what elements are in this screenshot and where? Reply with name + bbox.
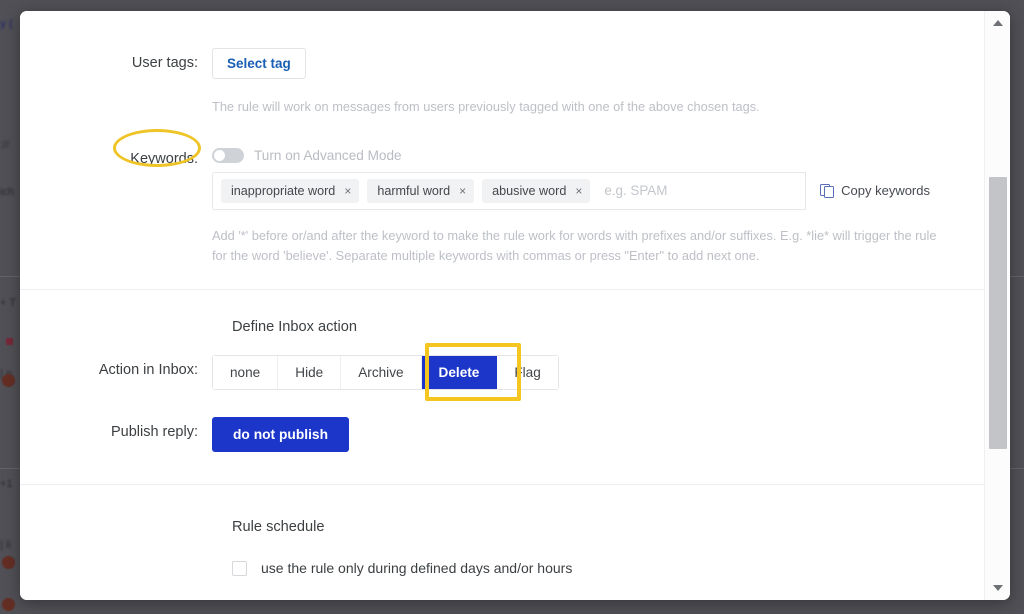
rule-schedule-checkbox-label: use the rule only during defined days an… — [261, 560, 573, 577]
keywords-row: Keywords: Turn on Advanced Mode inapprop… — [20, 144, 984, 267]
keyword-chip-remove-icon[interactable]: × — [459, 185, 466, 197]
delete-action-button[interactable]: Delete — [421, 356, 498, 390]
action-button-hide[interactable]: Hide — [278, 356, 342, 390]
keyword-chip: abusive word × — [482, 178, 591, 203]
copy-keywords-button[interactable]: Copy keywords — [805, 171, 944, 210]
define-inbox-action-heading: Define Inbox action — [232, 319, 357, 336]
section-rule-schedule: Rule schedule use the rule only during d… — [20, 485, 984, 600]
user-tags-field: Select tag The rule will work on message… — [212, 48, 984, 118]
keyword-chip-label: inappropriate word — [231, 183, 336, 198]
action-in-inbox-label: Action in Inbox: — [98, 362, 198, 379]
action-button-archive[interactable]: Archive — [341, 356, 422, 390]
copy-keywords-label: Copy keywords — [841, 183, 930, 199]
modal-scrollbar[interactable] — [984, 11, 1010, 600]
section-inbox-action: Define Inbox action Action in Inbox: non… — [20, 290, 984, 484]
rule-schedule-checkbox[interactable] — [232, 560, 247, 576]
rule-schedule-checkbox-row: use the rule only during defined days an… — [20, 560, 984, 576]
rule-schedule-heading: Rule schedule — [232, 519, 325, 536]
advanced-mode-label: Turn on Advanced Mode — [254, 147, 402, 163]
section-tags-keywords: User tags: Select tag The rule will work… — [20, 11, 984, 289]
select-tag-button[interactable]: Select tag — [212, 48, 306, 79]
keywords-input-box[interactable]: inappropriate word × harmful word × abus… — [212, 171, 944, 210]
scrollbar-up-arrow-icon[interactable] — [985, 11, 1010, 35]
copy-icon — [820, 183, 834, 199]
keywords-helper-text: Add '*' before or/and after the keyword … — [212, 227, 937, 264]
action-in-inbox-row: Action in Inbox: none Hide Archive Delet… — [20, 343, 984, 402]
advanced-mode-row: Turn on Advanced Mode — [212, 144, 944, 163]
user-tags-label: User tags: — [131, 55, 198, 71]
user-tags-helper-text: The rule will work on messages from user… — [212, 99, 760, 114]
action-button-none[interactable]: none — [213, 356, 279, 390]
keyword-chip-list: inappropriate word × harmful word × abus… — [221, 178, 591, 203]
keyword-chip: inappropriate word × — [221, 178, 360, 203]
keyword-chip-remove-icon[interactable]: × — [575, 185, 582, 197]
keywords-field: Turn on Advanced Mode inappropriate word… — [212, 144, 984, 267]
keyword-chip: harmful word × — [367, 178, 475, 203]
advanced-mode-toggle[interactable] — [212, 147, 244, 163]
publish-reply-label: Publish reply: — [110, 424, 198, 441]
keywords-label: Keywords: — [130, 150, 198, 167]
keyword-chip-label: abusive word — [492, 183, 567, 198]
user-tags-row: User tags: Select tag The rule will work… — [20, 48, 984, 118]
rule-settings-modal: User tags: Select tag The rule will work… — [20, 11, 1010, 600]
scrollbar-down-arrow-icon[interactable] — [985, 576, 1010, 600]
action-button-flag[interactable]: Flag — [497, 356, 558, 390]
keyword-chip-label: harmful word — [377, 183, 451, 198]
publish-reply-field: do not publish — [212, 417, 984, 453]
publish-reply-row: Publish reply: do not publish — [20, 417, 984, 453]
action-in-inbox-field: none Hide Archive Delete Flag — [212, 343, 984, 402]
keyword-chip-remove-icon[interactable]: × — [344, 185, 351, 197]
scrollbar-thumb[interactable] — [989, 177, 1007, 449]
modal-scroll-area: User tags: Select tag The rule will work… — [20, 11, 984, 600]
action-in-inbox-segmented-control: none Hide Archive Delete Flag — [212, 355, 559, 391]
action-segment-wrapper: none Hide Archive Delete Flag — [212, 343, 559, 402]
do-not-publish-button[interactable]: do not publish — [212, 417, 350, 453]
